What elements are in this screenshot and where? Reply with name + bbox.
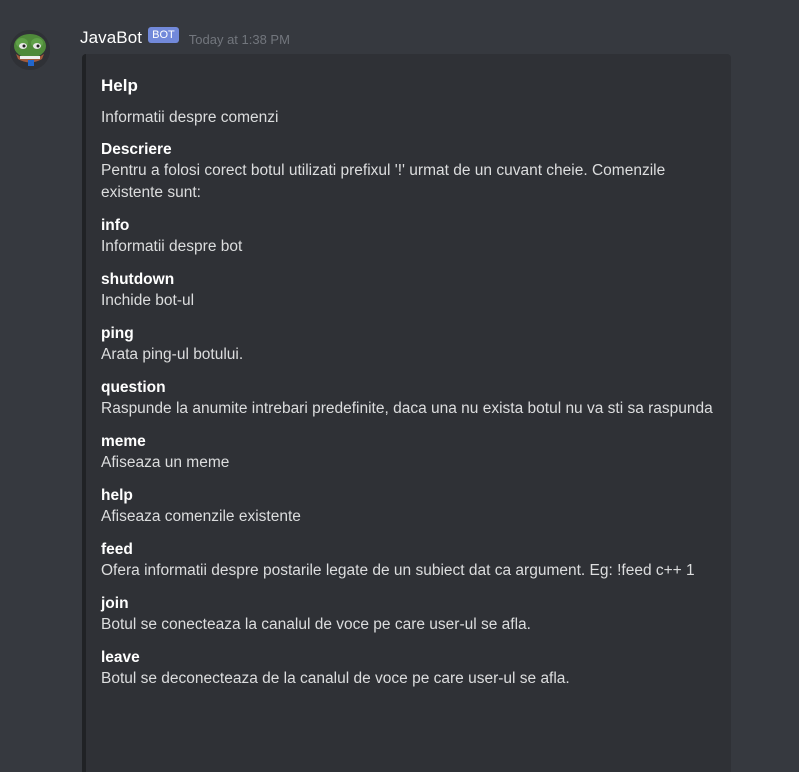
field-name: help (101, 487, 133, 504)
embed-field-info: info Informatii despre bot (101, 216, 715, 258)
field-name: join (101, 595, 129, 612)
message-timestamp: Today at 1:38 PM (188, 31, 290, 47)
embed-field-question: question Raspunde la anumite intrebari p… (101, 378, 715, 420)
field-value: Ofera informatii despre postarile legate… (101, 562, 695, 579)
field-value: Raspunde la anumite intrebari predefinit… (101, 400, 713, 417)
field-value: Arata ping-ul botului. (101, 346, 244, 363)
embed-description: Informatii despre comenzi (101, 109, 279, 126)
field-name: shutdown (101, 271, 175, 288)
field-value: Botul se conecteaza la canalul de voce p… (101, 616, 531, 633)
embed-field-feed: feed Ofera informatii despre postarile l… (101, 540, 715, 582)
field-value: Botul se deconecteaza de la canalul de v… (101, 670, 570, 687)
field-name: leave (101, 649, 140, 666)
field-name: question (101, 379, 166, 396)
field-value: Afiseaza comenzile existente (101, 508, 301, 525)
pepe-frog-avatar-icon (10, 30, 50, 70)
chat-message: JavaBot BOT Today at 1:38 PM Help Inform… (0, 0, 799, 772)
embed-field-descriere: Descriere Pentru a folosi corect botul u… (101, 140, 715, 204)
avatar[interactable] (10, 30, 50, 70)
message-header: JavaBot BOT Today at 1:38 PM (80, 27, 290, 49)
field-value: Inchide bot-ul (101, 292, 195, 309)
field-name: Descriere (101, 141, 172, 158)
embed-field-help: help Afiseaza comenzile existente (101, 486, 715, 528)
field-name: ping (101, 325, 134, 342)
embed-field-leave: leave Botul se deconecteaza de la canalu… (101, 648, 715, 690)
embed-field-join: join Botul se conecteaza la canalul de v… (101, 594, 715, 636)
username[interactable]: JavaBot (80, 28, 142, 48)
embed-field-meme: meme Afiseaza un meme (101, 432, 715, 474)
bot-tag-badge: BOT (148, 27, 179, 43)
field-name: meme (101, 433, 146, 450)
field-name: info (101, 217, 130, 234)
field-value: Pentru a folosi corect botul utilizati p… (101, 162, 666, 201)
field-value: Afiseaza un meme (101, 454, 230, 471)
embed-field-shutdown: shutdown Inchide bot-ul (101, 270, 715, 312)
embed-field-ping: ping Arata ping-ul botului. (101, 324, 715, 366)
field-name: feed (101, 541, 133, 558)
embed-title: Help (101, 76, 138, 95)
help-embed: Help Informatii despre comenzi Descriere… (82, 54, 731, 772)
field-value: Informatii despre bot (101, 238, 243, 255)
